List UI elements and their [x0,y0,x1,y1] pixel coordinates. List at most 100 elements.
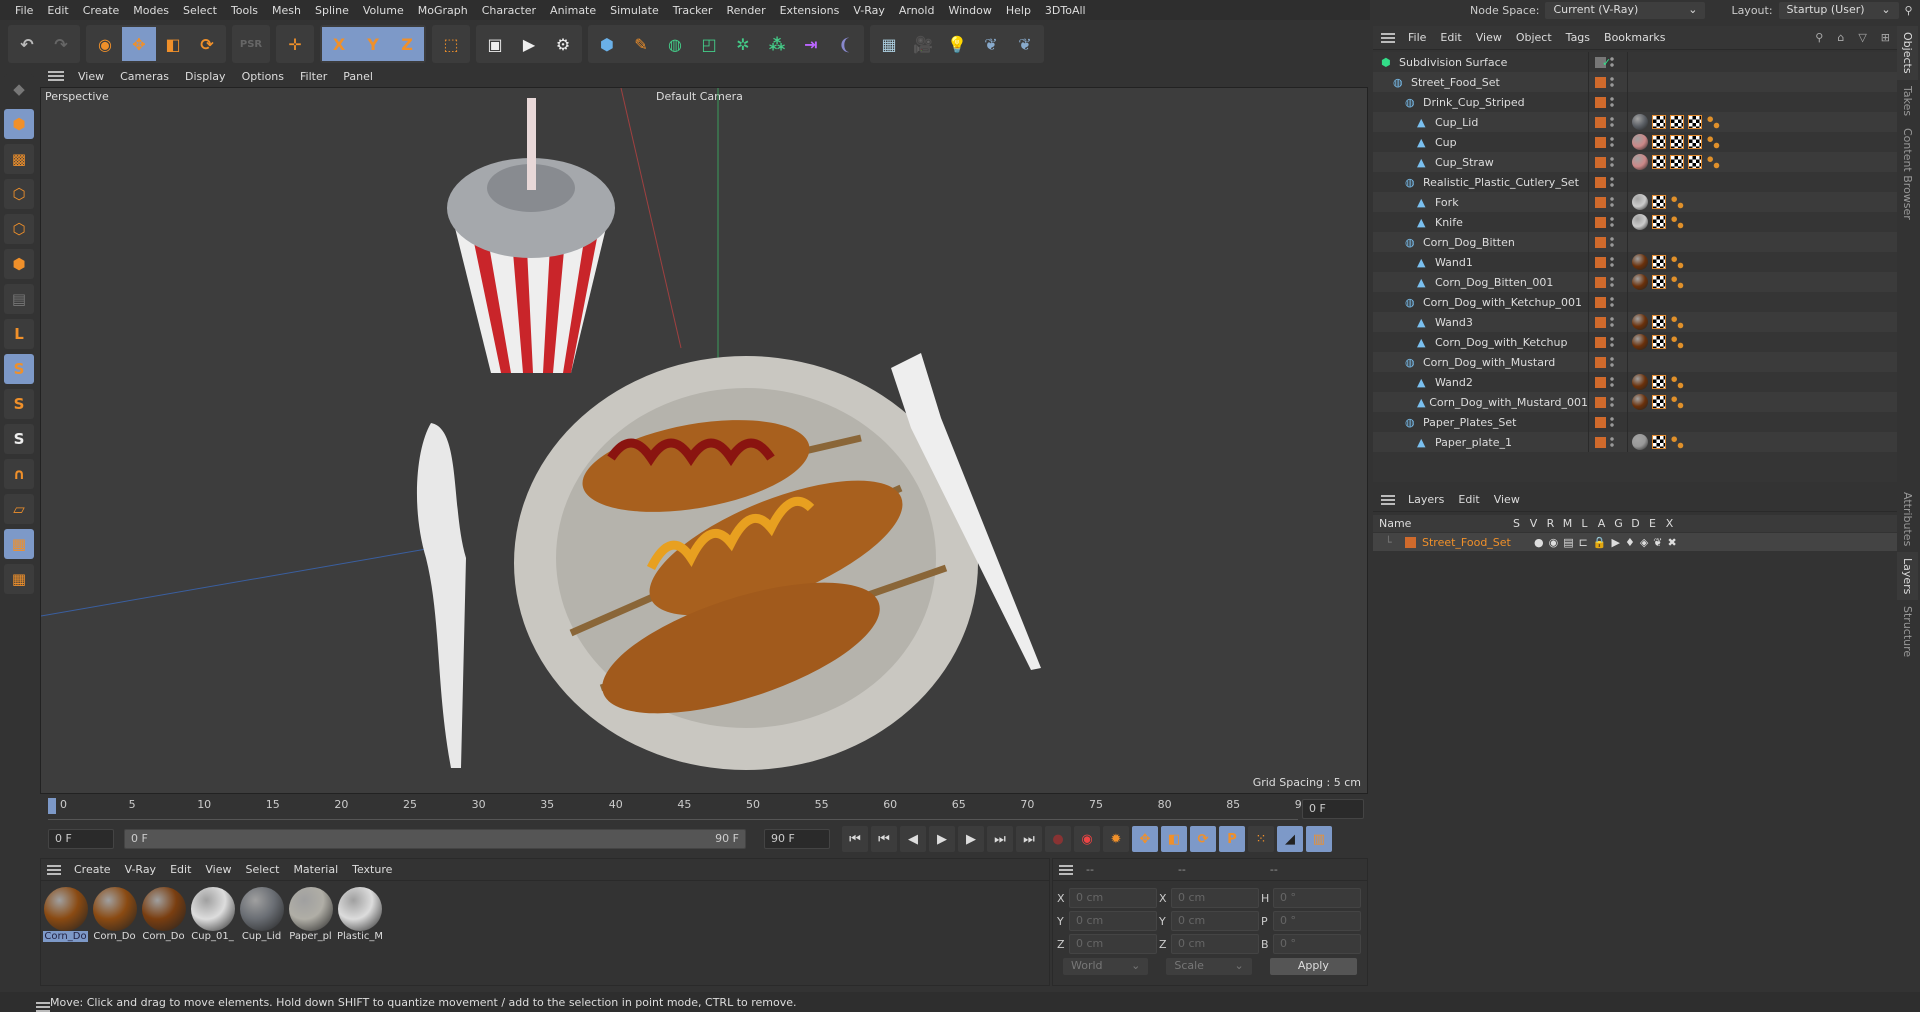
python-icon[interactable]: ❦ [974,27,1008,61]
uvw-tag-icon[interactable] [1652,435,1666,449]
object-row[interactable]: ◍ Street_Food_Set [1373,72,1897,92]
layout-dropdown[interactable]: Startup (User) ⌄ [1778,1,1899,19]
visibility-cell[interactable] [1588,432,1628,452]
object-name-cell[interactable]: ◍ Paper_Plates_Set [1373,416,1588,429]
material-menu-create[interactable]: Create [67,863,118,876]
snap-settings-icon[interactable]: S [4,389,34,419]
object-name-cell[interactable]: ▲ Corn_Dog_with_Ketchup [1373,336,1588,349]
subdivision-icon[interactable]: ◍ [658,27,692,61]
side-tab-content-browser[interactable]: Content Browser [1897,122,1918,226]
uvw-tag-icon[interactable] [1688,115,1702,129]
visibility-cell[interactable] [1588,212,1628,232]
side-tab-layers[interactable]: Layers [1897,551,1918,601]
viewport-menu-view[interactable]: View [70,70,112,83]
next-frame-icon[interactable]: ▶ [958,826,984,852]
layer-color-swatch[interactable] [1595,76,1606,88]
visibility-dots-icon[interactable] [1610,136,1614,148]
material-tag-icon[interactable] [1632,154,1648,170]
z-axis-icon[interactable]: Z [390,27,424,61]
deformer-icon[interactable]: ❨ [828,27,862,61]
layer-menu-view[interactable]: View [1487,493,1527,506]
visibility-dots-icon[interactable] [1610,296,1614,308]
snap-icon[interactable]: S [4,354,34,384]
object-name-cell[interactable]: ▲ Paper_plate_1 [1373,436,1588,449]
coord-field[interactable]: 0 cm [1069,934,1157,954]
layer-color-swatch[interactable] [1595,116,1606,128]
move-icon[interactable]: ✥ [122,27,156,61]
viewport-menu-options[interactable]: Options [234,70,292,83]
visibility-dots-icon[interactable] [1610,76,1614,88]
object-name-cell[interactable]: ▲ Cup_Straw [1373,156,1588,169]
go-to-end-icon[interactable]: ⏭ [1016,826,1042,852]
material-tag-icon[interactable] [1632,434,1648,450]
coord-field[interactable]: 0 cm [1171,934,1259,954]
autokey-icon[interactable]: ◉ [1074,826,1100,852]
uvw-tag-icon[interactable] [1670,155,1684,169]
menu-render[interactable]: Render [719,4,772,17]
record-icon[interactable]: ● [1045,826,1071,852]
menu-icon[interactable] [1381,32,1395,43]
menu-edit[interactable]: Edit [40,4,75,17]
object-menu-file[interactable]: File [1401,31,1433,44]
previous-key-icon[interactable]: ⏮ [871,826,897,852]
vray-tag-icon[interactable] [1670,275,1684,289]
quantize-icon[interactable]: S [4,424,34,454]
cloner-icon[interactable]: ✲ [726,27,760,61]
layer-color-swatch[interactable] [1595,156,1606,168]
material-tag-icon[interactable] [1632,134,1648,150]
uvw-tag-icon[interactable] [1652,395,1666,409]
layer-color-swatch[interactable] [1595,316,1606,328]
object-name-cell[interactable]: ▲ Cup_Lid [1373,116,1588,129]
material-tag-icon[interactable] [1632,374,1648,390]
menu-spline[interactable]: Spline [308,4,356,17]
material-tag-icon[interactable] [1632,214,1648,230]
object-row[interactable]: ◍ Paper_Plates_Set [1373,412,1897,432]
vray-tag-icon[interactable] [1706,135,1720,149]
visibility-cell[interactable] [1588,132,1628,152]
scale-icon[interactable]: ◧ [156,27,190,61]
visibility-cell[interactable] [1588,252,1628,272]
symmetry-icon[interactable]: ⇥ [794,27,828,61]
object-name-cell[interactable]: ◍ Realistic_Plastic_Cutlery_Set [1373,176,1588,189]
object-name-cell[interactable]: ◍ Drink_Cup_Striped [1373,96,1588,109]
layer-color-swatch[interactable] [1595,196,1606,208]
uvw-tag-icon[interactable] [1652,135,1666,149]
layer-color-swatch[interactable] [1595,376,1606,388]
object-name-cell[interactable]: ▲ Fork [1373,196,1588,209]
menu-icon[interactable] [1059,864,1073,875]
vray-tag-icon[interactable] [1670,255,1684,269]
layer-row[interactable]: └ Street_Food_Set ●◉▤⊏🔒▶♦◈❦✖ [1373,533,1897,551]
layer-color-swatch[interactable] [1595,96,1606,108]
layer-name[interactable]: Street_Food_Set [1422,536,1534,549]
menu-icon[interactable] [48,71,64,81]
object-name-cell[interactable]: ◍ Corn_Dog_with_Mustard [1373,356,1588,369]
menu-character[interactable]: Character [475,4,543,17]
menu-simulate[interactable]: Simulate [603,4,666,17]
coord-system-icon[interactable]: ⬚ [434,27,468,61]
layer-color-swatch[interactable] [1595,276,1606,288]
camera-icon[interactable]: 🎥 [906,27,940,61]
visibility-dots-icon[interactable] [1610,196,1614,208]
menu-animate[interactable]: Animate [543,4,603,17]
object-row[interactable]: ▲ Corn_Dog_with_Ketchup [1373,332,1897,352]
viewport-menu-cameras[interactable]: Cameras [112,70,177,83]
menu-volume[interactable]: Volume [356,4,411,17]
menu-create[interactable]: Create [76,4,127,17]
python-icon-2[interactable]: ❦ [1008,27,1042,61]
sound-icon[interactable]: ◢ [1277,826,1303,852]
layer-color-swatch[interactable] [1595,336,1606,348]
object-name-cell[interactable]: ▲ Knife [1373,216,1588,229]
menu-mesh[interactable]: Mesh [265,4,308,17]
x-axis-icon[interactable]: X [322,27,356,61]
coord-scale-dropdown[interactable]: Scale ⌄ [1166,958,1252,975]
object-row[interactable]: ▲ Knife [1373,212,1897,232]
play-icon[interactable]: ▶ [929,826,955,852]
vray-tag-icon[interactable] [1670,315,1684,329]
object-row[interactable]: ◍ Corn_Dog_with_Ketchup_001 [1373,292,1897,312]
material-swatch[interactable]: Paper_pl [288,887,333,942]
coord-mode-dropdown[interactable]: World ⌄ [1063,958,1149,975]
object-name-cell[interactable]: ▲ Corn_Dog_with_Mustard_001 [1373,396,1588,409]
object-name-cell[interactable]: ▲ Corn_Dog_Bitten_001 [1373,276,1588,289]
visibility-cell[interactable] [1588,372,1628,392]
render-settings-icon[interactable]: ⚙ [546,27,580,61]
